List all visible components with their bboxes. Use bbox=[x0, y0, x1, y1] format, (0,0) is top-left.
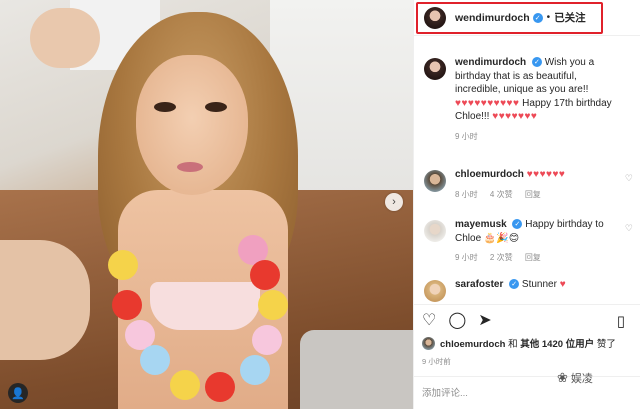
photo-lei-flower bbox=[240, 355, 270, 385]
photo-lei-flower bbox=[108, 250, 138, 280]
avatar[interactable] bbox=[424, 170, 446, 192]
photo-sofa bbox=[300, 330, 413, 409]
post-header: wendimurdoch ✓ • 已关注 bbox=[414, 0, 640, 36]
comment-meta: 9 小时 2 次赞 回复 bbox=[455, 251, 625, 265]
list-item: mayemusk ✓ Happy birthday to Chloe 🎂🎉😊 9… bbox=[424, 218, 634, 265]
comment-username[interactable]: chloemurdoch bbox=[455, 169, 524, 180]
comment-text: chloemurdoch ♥♥♥♥♥♥ 8 小时 4 次赞 回复 bbox=[455, 168, 625, 201]
photo-eye-left bbox=[154, 102, 176, 112]
watermark-logo-icon: ❀ bbox=[557, 370, 568, 385]
photo-lei-flower bbox=[252, 325, 282, 355]
avatar[interactable] bbox=[424, 58, 446, 80]
photo-foreground-arm bbox=[0, 240, 90, 360]
next-photo-button[interactable]: › bbox=[385, 193, 403, 211]
caption: wendimurdoch ✓ Wish you a birthday that … bbox=[424, 56, 634, 143]
avatar[interactable] bbox=[424, 220, 446, 242]
photo-face bbox=[136, 55, 248, 195]
photo-lei-flower bbox=[250, 260, 280, 290]
comment-username[interactable]: mayemusk bbox=[455, 219, 507, 230]
comment-hearts: ♥♥♥♥♥♥ bbox=[526, 169, 566, 180]
avatar[interactable] bbox=[424, 6, 446, 29]
like-comment-icon[interactable]: ♡ bbox=[625, 173, 633, 184]
photo-lei-flower bbox=[112, 290, 142, 320]
divider bbox=[414, 304, 640, 305]
comment-username[interactable]: sarafoster bbox=[455, 279, 503, 290]
reply-button[interactable]: 回复 bbox=[525, 253, 541, 262]
list-item: chloemurdoch ♥♥♥♥♥♥ 8 小时 4 次赞 回复 bbox=[424, 168, 634, 201]
post-time: 9 小时前 bbox=[422, 357, 451, 366]
caption-time: 9 小时 bbox=[455, 131, 478, 141]
photo-lei-flower bbox=[140, 345, 170, 375]
watermark-text: 娱凌 bbox=[570, 373, 593, 385]
list-item: sarafoster ✓ Stunner ♥ bbox=[424, 278, 634, 302]
likes-suffix: 赞了 bbox=[596, 339, 616, 350]
post-side-panel: wendimurdoch ✓ • 已关注 wendimurdoch ✓ Wish… bbox=[413, 0, 640, 409]
caption-username[interactable]: wendimurdoch bbox=[455, 57, 526, 68]
share-icon[interactable]: ➤ bbox=[478, 313, 491, 329]
comment-likes[interactable]: 4 次赞 bbox=[490, 190, 513, 199]
caption-hearts-1: ♥♥♥♥♥♥♥♥♥♥ bbox=[455, 97, 520, 109]
post-photo[interactable]: › 👤 bbox=[0, 0, 413, 409]
verified-badge-icon: ✓ bbox=[531, 57, 542, 68]
comment-time: 9 小时 bbox=[455, 253, 478, 262]
photo-swimsuit bbox=[150, 282, 260, 330]
divider bbox=[414, 376, 640, 377]
comment-text: mayemusk ✓ Happy birthday to Chloe 🎂🎉😊 9… bbox=[455, 218, 625, 265]
comment-text: sarafoster ✓ Stunner ♥ bbox=[455, 278, 625, 302]
bookmark-icon[interactable]: ▯ bbox=[617, 314, 625, 329]
likes-others[interactable]: 其他 1420 位用户 bbox=[520, 339, 594, 350]
photo-lei-flower bbox=[170, 370, 200, 400]
verified-badge-icon: ✓ bbox=[509, 279, 520, 290]
photo-mouth bbox=[177, 162, 203, 172]
likes-username[interactable]: chloemurdoch bbox=[440, 339, 505, 350]
comment-time: 8 小时 bbox=[455, 189, 478, 199]
caption-hearts-2: ♥♥♥♥♥♥♥ bbox=[492, 111, 538, 122]
likes-text: chloemurdoch 和 其他 1420 位用户 赞了 bbox=[440, 336, 616, 350]
caption-text: wendimurdoch ✓ Wish you a birthday that … bbox=[455, 56, 625, 143]
comment-body: Stunner bbox=[521, 279, 557, 290]
comment-meta: 8 小时 4 次赞 回复 bbox=[455, 188, 625, 202]
heart-outline-icon[interactable]: ♡ bbox=[422, 313, 436, 329]
tagged-users-button[interactable]: 👤 bbox=[8, 383, 28, 403]
photo-lei-flower bbox=[258, 290, 288, 320]
comment-icon[interactable]: ◯ bbox=[448, 313, 466, 329]
watermark: ❀ 娱凌 bbox=[557, 370, 593, 386]
chevron-right-icon: › bbox=[392, 196, 396, 208]
verified-badge-icon: ✓ bbox=[512, 219, 523, 230]
avatar bbox=[422, 336, 435, 350]
avatar[interactable] bbox=[424, 280, 446, 302]
photo-lei-flower bbox=[205, 372, 235, 402]
comments-list[interactable]: wendimurdoch ✓ Wish you a birthday that … bbox=[414, 48, 640, 310]
user-icon: 👤 bbox=[11, 387, 25, 400]
reply-button[interactable]: 回复 bbox=[525, 190, 541, 199]
likes-summary[interactable]: chloemurdoch 和 其他 1420 位用户 赞了 bbox=[422, 336, 616, 350]
photo-background-arm bbox=[30, 8, 100, 68]
photo-eye-right bbox=[205, 102, 227, 112]
likes-and: 和 bbox=[508, 339, 518, 350]
add-comment-input[interactable]: 添加评论... bbox=[422, 385, 468, 399]
comment-likes[interactable]: 2 次赞 bbox=[490, 253, 513, 262]
action-bar: ♡ ◯ ➤ ▯ bbox=[422, 310, 637, 332]
like-comment-icon[interactable]: ♡ bbox=[625, 223, 633, 234]
comment-hearts: ♥ bbox=[559, 279, 567, 290]
caption-meta: 9 小时 bbox=[455, 130, 625, 144]
